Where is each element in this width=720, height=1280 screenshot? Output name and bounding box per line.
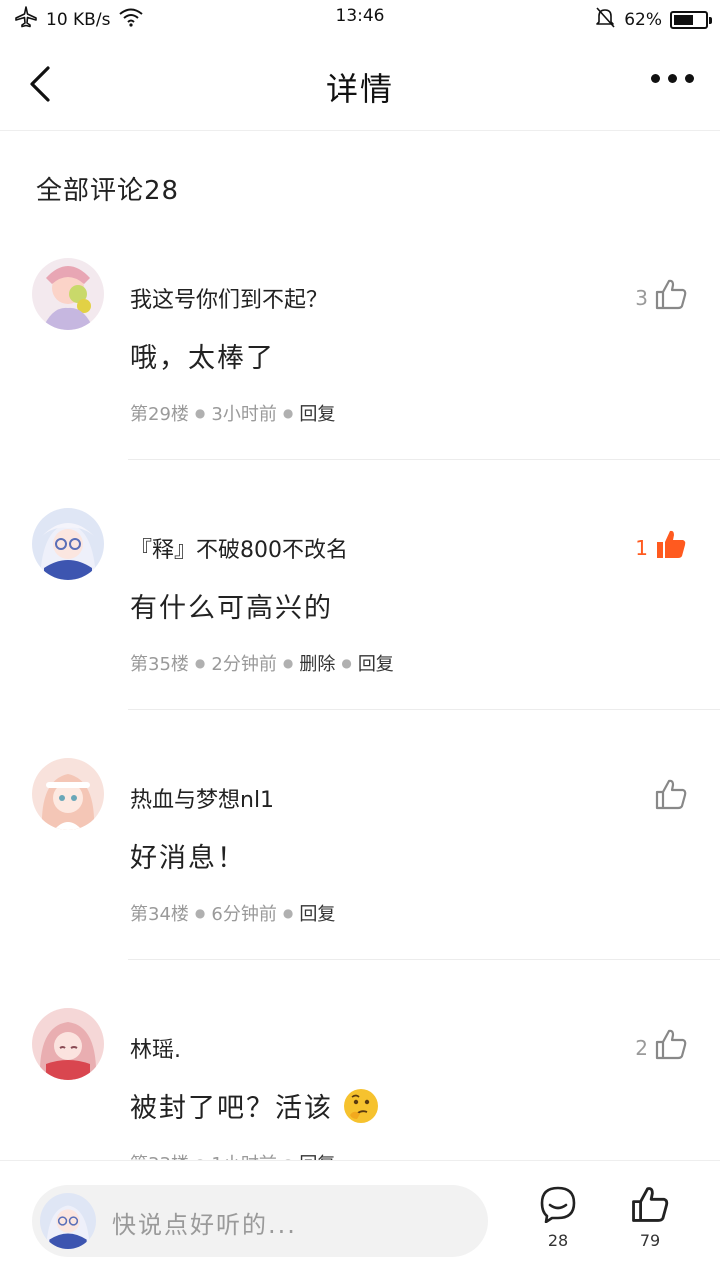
like-button[interactable] (648, 778, 688, 810)
reply-button[interactable]: 回复 (299, 400, 335, 426)
comment-username[interactable]: 热血与梦想nl1 (130, 782, 274, 814)
more-icon (651, 74, 660, 83)
input-placeholder: 快说点好听的... (112, 1211, 297, 1239)
comment-time: 6分钟前 (211, 904, 277, 925)
like-count: 2 (635, 1036, 648, 1060)
like-button[interactable]: 1 (635, 528, 688, 560)
comment-item: 热血与梦想nl1 好消息！ 第34楼 ● 6分钟前 ● 回复 (0, 750, 720, 960)
thinking-emoji (343, 1089, 378, 1123)
avatar[interactable] (32, 508, 104, 580)
divider (128, 459, 720, 460)
comment-item: 『释』不破800不改名 有什么可高兴的 第35楼 ● 2分钟前 ● 删除 ● 回… (0, 500, 720, 710)
like-button[interactable]: 2 (635, 1028, 688, 1060)
comment-username[interactable]: 我这号你们到不起？ (130, 282, 328, 314)
comment-content: 有什么可高兴的 (130, 593, 333, 624)
comment-username[interactable]: 林瑶. (130, 1032, 181, 1064)
comment-content: 哦，太棒了 (130, 343, 275, 374)
floor-number: 第35楼 (130, 654, 189, 675)
comment-item: 我这号你们到不起？ 哦，太棒了 第29楼 ● 3小时前 ● 回复 3 (0, 250, 720, 460)
comment-icon (540, 1186, 576, 1224)
like-post-button[interactable]: 79 (620, 1185, 680, 1250)
comment-meta: 第34楼 ● 6分钟前 ● 回复 (130, 900, 335, 926)
divider (128, 709, 720, 710)
reply-button[interactable]: 回复 (299, 900, 335, 926)
like-count: 3 (635, 286, 648, 310)
like-button[interactable]: 3 (635, 278, 688, 310)
bottom-bar: 快说点好听的... 28 79 (0, 1160, 720, 1280)
avatar[interactable] (32, 758, 104, 830)
comment-time: 3小时前 (211, 404, 277, 425)
comment-count: 28 (547, 1231, 569, 1250)
mute-bell-icon (594, 6, 616, 33)
comment-text: 被封了吧？活该 (130, 1093, 333, 1124)
comment-content: 被封了吧？活该 (130, 1086, 378, 1125)
battery-icon (670, 10, 712, 29)
floor-number: 第29楼 (130, 404, 189, 425)
like-count: 79 (639, 1231, 661, 1250)
battery-percent: 62% (624, 9, 662, 30)
like-count: 1 (635, 536, 648, 560)
thumbs-up-icon (655, 279, 687, 310)
comment-meta: 第35楼 ● 2分钟前 ● 删除 ● 回复 (130, 650, 394, 676)
status-bar: 10 KB/s 13:46 62% (0, 0, 720, 36)
comment-time: 2分钟前 (211, 654, 277, 675)
divider (128, 959, 720, 960)
avatar[interactable] (32, 258, 104, 330)
comment-username[interactable]: 『释』不破800不改名 (130, 532, 348, 564)
delete-button[interactable]: 删除 (299, 650, 335, 676)
top-navbar: 详情 (0, 36, 720, 131)
avatar (40, 1193, 96, 1249)
reply-button[interactable]: 回复 (358, 650, 394, 676)
comment-input[interactable]: 快说点好听的... (32, 1185, 488, 1257)
thumbs-up-icon (632, 1187, 669, 1222)
page-title: 详情 (325, 70, 394, 108)
comment-content: 好消息！ (130, 843, 246, 874)
battery-level (674, 14, 693, 25)
comments-header: 全部评论28 (36, 176, 180, 206)
thumbs-up-icon (655, 1029, 687, 1060)
comment-meta: 第29楼 ● 3小时前 ● 回复 (130, 400, 335, 426)
thumbs-up-icon (657, 530, 686, 558)
avatar[interactable] (32, 1008, 104, 1080)
floor-number: 第34楼 (130, 904, 189, 925)
more-button[interactable] (651, 74, 694, 83)
comments-button[interactable]: 28 (528, 1185, 588, 1250)
thumbs-up-icon (655, 779, 687, 810)
